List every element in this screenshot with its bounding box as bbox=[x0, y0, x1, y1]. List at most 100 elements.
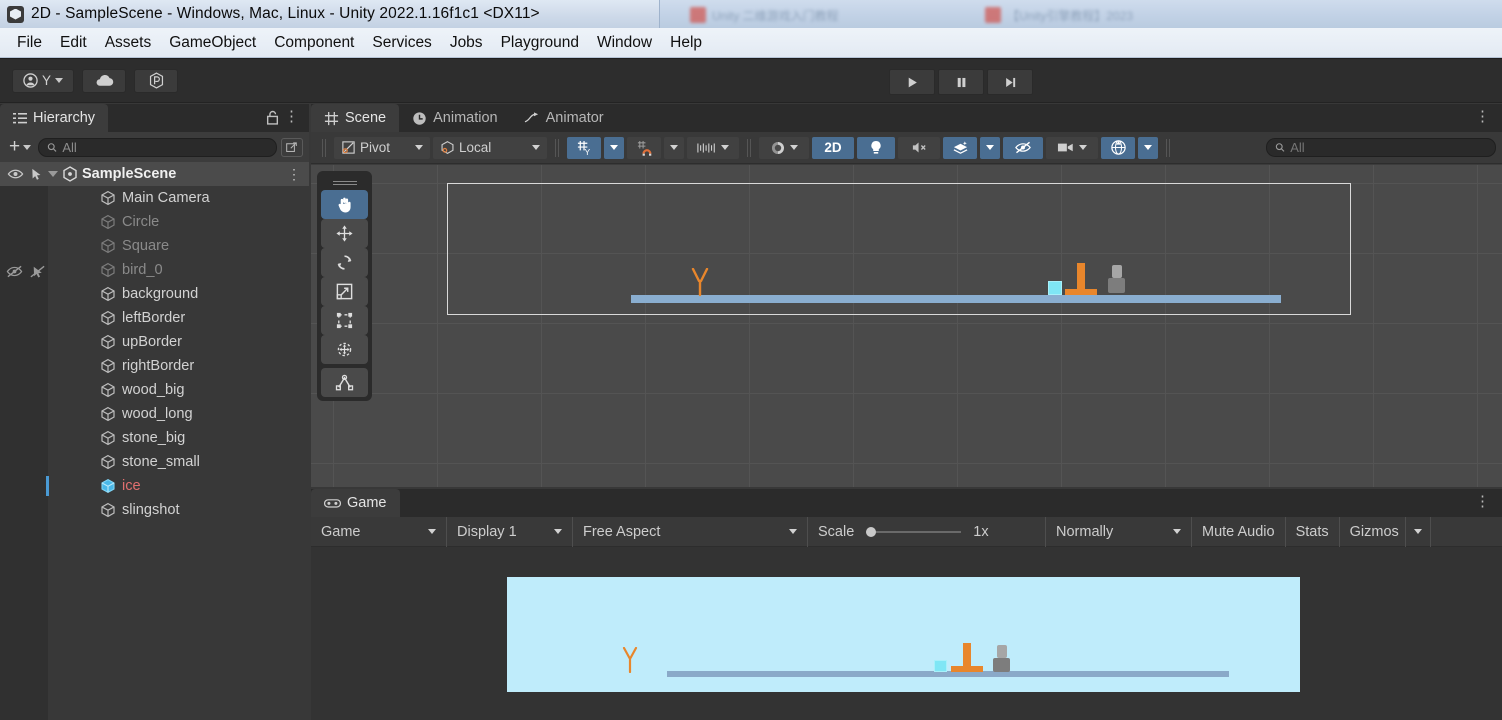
plastic-scm-button[interactable] bbox=[134, 68, 178, 93]
gizmos-button[interactable] bbox=[1101, 136, 1135, 159]
scene-camera-button[interactable] bbox=[1046, 136, 1098, 159]
menu-item-component[interactable]: Component bbox=[265, 32, 363, 54]
hierarchy-item-ice[interactable]: ice bbox=[0, 474, 309, 498]
menu-item-file[interactable]: File bbox=[8, 32, 51, 54]
transform-tool[interactable] bbox=[321, 335, 368, 364]
pointer-icon[interactable] bbox=[28, 167, 45, 181]
account-button[interactable]: Y bbox=[12, 68, 74, 93]
pause-button[interactable] bbox=[938, 69, 984, 95]
stats-button[interactable]: Stats bbox=[1286, 516, 1340, 547]
pivot-button[interactable]: Pivot bbox=[334, 136, 430, 159]
tab-game[interactable]: Game bbox=[311, 489, 400, 517]
hierarchy-lock-button[interactable] bbox=[266, 110, 279, 125]
menu-item-jobs[interactable]: Jobs bbox=[441, 32, 492, 54]
hierarchy-item-bird-0[interactable]: bird_0 bbox=[0, 258, 309, 282]
joint-icon bbox=[335, 374, 354, 391]
scene-context-menu-button[interactable]: ⋮ bbox=[287, 167, 301, 181]
gizmos-dropdown-game[interactable] bbox=[1404, 516, 1431, 547]
scene-search-input[interactable] bbox=[1290, 140, 1487, 155]
toggle-2d-button[interactable]: 2D bbox=[812, 136, 854, 159]
shading-mode-button[interactable] bbox=[759, 136, 809, 159]
tab-hierarchy[interactable]: Hierarchy bbox=[0, 104, 109, 132]
grid-size-button[interactable] bbox=[687, 136, 739, 159]
custom-editor-tool[interactable] bbox=[321, 368, 368, 397]
add-gameobject-button[interactable]: + bbox=[6, 136, 34, 158]
expand-caret-icon[interactable] bbox=[48, 171, 58, 177]
hierarchy-item-circle[interactable]: Circle bbox=[0, 210, 309, 234]
handle-rotation-button[interactable]: Local bbox=[433, 136, 547, 159]
game-screen bbox=[507, 577, 1300, 692]
scale-slider-knob[interactable] bbox=[866, 526, 877, 537]
hidden-objects-button[interactable] bbox=[1003, 136, 1043, 159]
lighting-button[interactable] bbox=[857, 136, 895, 159]
hierarchy-scene-row[interactable]: SampleScene ⋮ bbox=[0, 162, 309, 186]
hierarchy-save-search-button[interactable] bbox=[281, 137, 303, 157]
tab-animator[interactable]: Animator bbox=[511, 104, 617, 132]
game-object-wood-long bbox=[951, 666, 983, 672]
rect-tool[interactable] bbox=[321, 306, 368, 335]
menu-item-playground[interactable]: Playground bbox=[492, 32, 588, 54]
game-menu-button[interactable]: ⋮ bbox=[1475, 494, 1490, 509]
hierarchy-item-wood-big[interactable]: wood_big bbox=[0, 378, 309, 402]
snap-button[interactable] bbox=[627, 136, 661, 159]
eye-icon[interactable] bbox=[7, 167, 24, 181]
tab-scene[interactable]: Scene bbox=[311, 104, 400, 132]
menu-item-help[interactable]: Help bbox=[661, 32, 711, 54]
hierarchy-item-leftborder[interactable]: leftBorder bbox=[0, 306, 309, 330]
scale-tool[interactable] bbox=[321, 277, 368, 306]
game-target-dropdown[interactable]: Game bbox=[311, 516, 447, 547]
gameobject-cube-icon bbox=[101, 430, 115, 446]
menu-item-services[interactable]: Services bbox=[363, 32, 440, 54]
hierarchy-search-field[interactable] bbox=[38, 137, 277, 157]
gizmos-button-game[interactable]: Gizmos bbox=[1340, 517, 1405, 547]
grid-axis-dropdown[interactable] bbox=[604, 136, 624, 159]
menu-item-window[interactable]: Window bbox=[588, 32, 661, 54]
shading-mode-icon bbox=[772, 141, 784, 154]
tool-palette-grip[interactable] bbox=[321, 175, 368, 187]
game-viewport[interactable] bbox=[311, 547, 1502, 720]
hierarchy-menu-button[interactable]: ⋮ bbox=[284, 109, 299, 124]
scene-search-field[interactable] bbox=[1266, 138, 1496, 157]
effects-button[interactable] bbox=[943, 136, 977, 159]
effects-dropdown[interactable] bbox=[980, 136, 1000, 159]
play-button[interactable] bbox=[889, 69, 935, 95]
grid-axis-button[interactable]: Y bbox=[567, 136, 601, 159]
vsync-dropdown[interactable]: Normally bbox=[1046, 516, 1192, 547]
scale-slider[interactable] bbox=[866, 526, 962, 537]
move-tool[interactable] bbox=[321, 219, 368, 248]
menu-item-assets[interactable]: Assets bbox=[96, 32, 161, 54]
hierarchy-item-rightborder[interactable]: rightBorder bbox=[0, 354, 309, 378]
audio-button[interactable] bbox=[898, 136, 940, 159]
hierarchy-item-square[interactable]: Square bbox=[0, 234, 309, 258]
hierarchy-item-slingshot[interactable]: slingshot bbox=[0, 498, 309, 522]
plastic-scm-icon bbox=[149, 72, 163, 89]
menu-item-edit[interactable]: Edit bbox=[51, 32, 96, 54]
hand-tool[interactable] bbox=[321, 190, 368, 219]
gameobject-cube-icon bbox=[101, 214, 115, 230]
rotate-tool[interactable] bbox=[321, 248, 368, 277]
pivot-icon bbox=[342, 141, 355, 154]
snap-dropdown[interactable] bbox=[664, 136, 684, 159]
scene-viewport[interactable] bbox=[311, 165, 1502, 487]
hierarchy-item-upborder[interactable]: upBorder bbox=[0, 330, 309, 354]
aspect-dropdown[interactable]: Free Aspect bbox=[573, 516, 808, 547]
scene-menu-button[interactable]: ⋮ bbox=[1475, 109, 1490, 124]
gizmos-dropdown[interactable] bbox=[1138, 136, 1158, 159]
hierarchy-item-background[interactable]: background bbox=[0, 282, 309, 306]
hierarchy-item-wood-long[interactable]: wood_long bbox=[0, 402, 309, 426]
mute-audio-button[interactable]: Mute Audio bbox=[1192, 516, 1286, 547]
hierarchy-item-main-camera[interactable]: Main Camera bbox=[0, 186, 309, 210]
gameobject-cube-icon bbox=[101, 358, 115, 374]
cloud-button[interactable] bbox=[82, 68, 126, 93]
game-object-stone-big bbox=[993, 658, 1010, 672]
step-button[interactable] bbox=[987, 69, 1033, 95]
hierarchy-search-input[interactable] bbox=[62, 139, 268, 155]
chevron-down-icon bbox=[1173, 529, 1181, 534]
display-dropdown[interactable]: Display 1 bbox=[447, 516, 573, 547]
menu-item-gameobject[interactable]: GameObject bbox=[160, 32, 265, 54]
scale-slider-group[interactable]: Scale 1x bbox=[808, 516, 1046, 547]
hierarchy-item-stone-big[interactable]: stone_big bbox=[0, 426, 309, 450]
hierarchy-item-stone-small[interactable]: stone_small bbox=[0, 450, 309, 474]
tab-animation[interactable]: Animation bbox=[399, 104, 510, 132]
scene-grid-line bbox=[311, 463, 1502, 464]
